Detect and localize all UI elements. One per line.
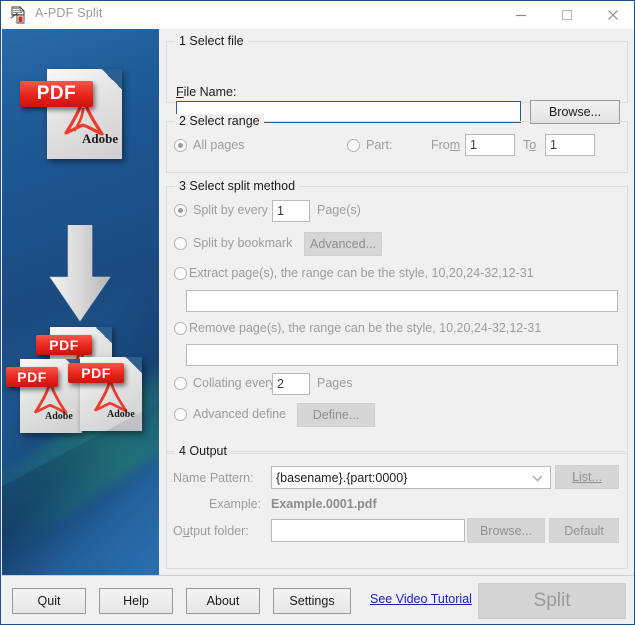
quit-button[interactable]: Quit <box>12 588 86 614</box>
document-corner-fold <box>101 69 122 89</box>
collating-every-label: Collating every <box>193 376 276 390</box>
extract-pages-input[interactable] <box>186 290 618 312</box>
name-pattern-combobox[interactable]: {basename}.{part:0000} <box>271 466 551 489</box>
to-label: To <box>523 138 537 152</box>
pdf-badge: PDF <box>36 335 92 355</box>
pdf-badge: PDF <box>6 367 58 387</box>
define-button[interactable]: Define... <box>297 403 375 427</box>
minimize-icon <box>516 14 526 16</box>
example-label: Example: <box>209 497 262 511</box>
maximize-button[interactable] <box>544 1 590 28</box>
name-pattern-label: Name Pattern: <box>173 471 254 485</box>
title-bar: A-PDF Split <box>1 1 634 30</box>
radio-all-pages[interactable] <box>174 139 187 152</box>
a-pdf-split-window: A-PDF Split Adobe PDF PDF Adobe PDF Adob… <box>0 0 635 625</box>
chevron-down-icon <box>532 471 543 485</box>
example-value: Example.0001.pdf <box>271 497 377 511</box>
see-video-tutorial-link[interactable]: See Video Tutorial <box>370 592 472 606</box>
radio-part[interactable] <box>347 139 360 152</box>
radio-remove-pages[interactable] <box>174 322 187 335</box>
document-corner-fold <box>124 357 142 374</box>
banner-pdf-document-top: Adobe PDF <box>20 69 122 159</box>
split-by-every-label: Split by every <box>193 203 269 217</box>
radio-split-by-bookmark[interactable] <box>174 237 187 250</box>
default-output-folder-button[interactable]: Default <box>549 518 619 543</box>
pdf-badge: PDF <box>68 363 124 383</box>
document-brand-label: Adobe <box>82 131 119 146</box>
group-select-range-title: 2 Select range <box>175 114 264 128</box>
list-button-label: List... <box>572 470 602 484</box>
document-corner-fold <box>94 327 112 344</box>
collating-pages-input[interactable] <box>272 373 310 395</box>
settings-button[interactable]: Settings <box>273 588 351 614</box>
from-label: From <box>431 138 461 152</box>
split-button[interactable]: Split <box>478 583 626 619</box>
browse-output-folder-button[interactable]: Browse... <box>467 518 545 543</box>
remove-pages-input[interactable] <box>186 344 618 366</box>
advanced-define-label: Advanced define <box>193 407 287 421</box>
group-output-title: 4 Output <box>175 444 231 458</box>
split-by-bookmark-label: Split by bookmark <box>193 236 293 250</box>
list-button[interactable]: List... <box>555 465 619 489</box>
pdf-badge: PDF <box>20 81 93 107</box>
window-title: A-PDF Split <box>35 6 103 20</box>
all-pages-label: All pages <box>193 138 245 152</box>
group-split-method-title: 3 Select split method <box>175 179 300 193</box>
collating-suffix-label: Pages <box>317 376 353 390</box>
minimize-button[interactable] <box>498 1 544 28</box>
footer-toolbar: Quit Help About Settings See Video Tutor… <box>2 575 634 624</box>
help-button[interactable]: Help <box>99 588 173 614</box>
advanced-bookmark-button[interactable]: Advanced... <box>304 232 382 256</box>
to-input[interactable] <box>545 134 595 156</box>
pages-suffix-label: Page(s) <box>317 203 361 217</box>
name-pattern-value: {basename}.{part:0000} <box>276 470 408 485</box>
left-banner-illustration: Adobe PDF Ad <box>2 29 159 575</box>
document-brand-label: Adobe <box>107 409 135 420</box>
pdf-split-app-icon <box>10 6 28 24</box>
radio-collating-every[interactable] <box>174 377 187 390</box>
about-button[interactable]: About <box>186 588 260 614</box>
radio-advanced-define[interactable] <box>174 408 187 421</box>
radio-split-by-every[interactable] <box>174 204 187 217</box>
remove-pages-label: Remove page(s), the range can be the sty… <box>189 321 542 335</box>
close-button[interactable] <box>590 1 634 28</box>
output-folder-input[interactable] <box>271 519 465 542</box>
close-icon <box>608 9 618 20</box>
main-panel: 1 Select file File Name: Browse... 2 Sel… <box>159 29 634 575</box>
maximize-icon <box>561 9 573 20</box>
banner-pdf-document-right: Adobe PDF <box>68 357 142 431</box>
down-arrow-icon <box>46 224 114 325</box>
radio-extract-pages[interactable] <box>174 267 187 280</box>
split-every-pages-input[interactable] <box>272 200 310 222</box>
file-name-label: File Name: <box>176 85 237 99</box>
output-folder-label: Output folder: <box>173 524 249 538</box>
part-label: Part: <box>366 138 393 152</box>
document-brand-label: Adobe <box>45 411 73 422</box>
from-input[interactable] <box>465 134 515 156</box>
group-select-file-title: 1 Select file <box>175 34 248 48</box>
extract-pages-label: Extract page(s), the range can be the st… <box>189 266 534 280</box>
